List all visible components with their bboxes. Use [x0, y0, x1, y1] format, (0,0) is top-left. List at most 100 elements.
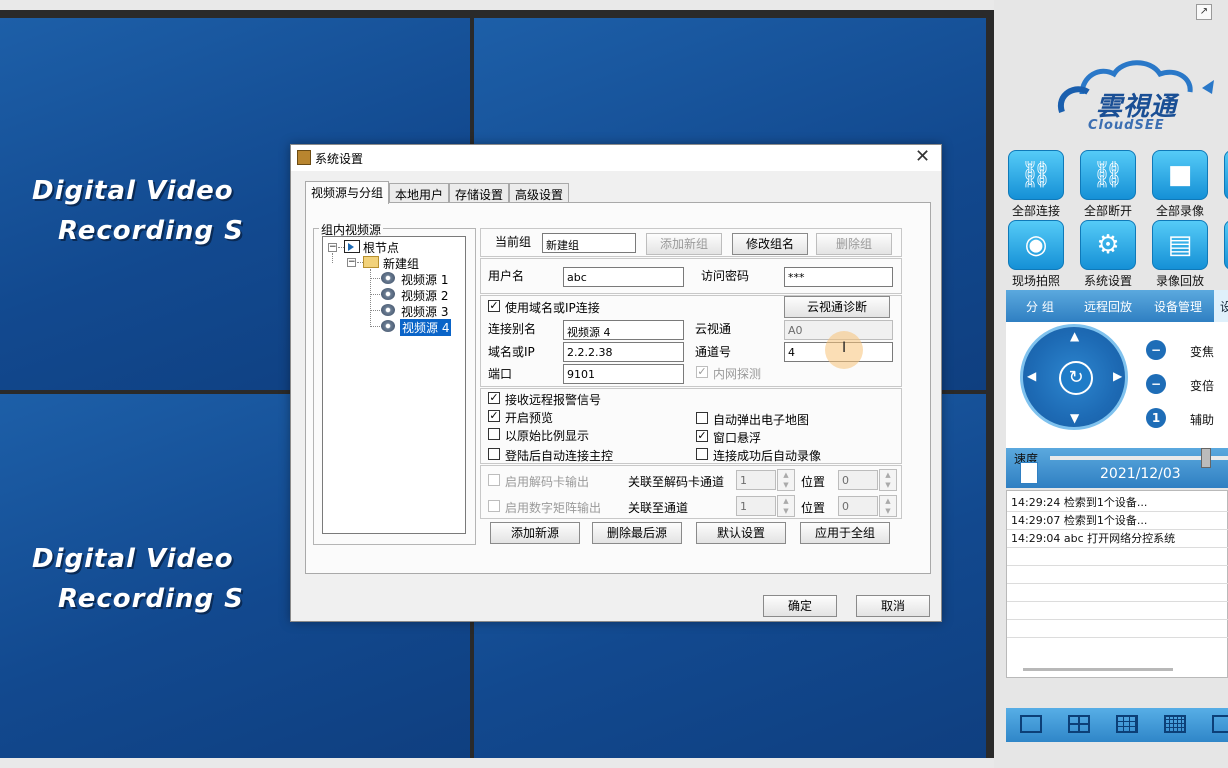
more-tile-2-icon [1224, 220, 1228, 270]
source-tree[interactable]: − 根节点 − 新建组 视频源 1 视频源 2 视频源 3 视频源 4 [322, 236, 466, 534]
tree-collapse-icon[interactable]: − [328, 243, 337, 252]
aux-number[interactable]: 1 [1146, 408, 1166, 428]
document-icon[interactable] [1020, 462, 1038, 484]
cancel-button[interactable]: 取消 [856, 595, 930, 617]
tree-source-selected[interactable]: 视频源 4 [400, 319, 452, 336]
matrix-channel-field[interactable]: 1 [736, 496, 776, 516]
emap-checkbox[interactable]: 自动弹出电子地图 [696, 411, 809, 428]
ptz-joystick[interactable]: ▲ ▼ ◀ ▶ ↻ [1020, 324, 1128, 430]
tab-settings[interactable]: 设 [1214, 290, 1228, 322]
popout-icon[interactable]: ↗ [1196, 4, 1212, 20]
ok-button[interactable]: 确定 [763, 595, 837, 617]
preview-label: 开启预览 [505, 411, 554, 425]
zoom-minus-icon[interactable]: − [1146, 340, 1166, 360]
tree-collapse-icon[interactable]: − [347, 258, 356, 267]
matrix-position-spinner[interactable]: ▲ ▼ [879, 495, 897, 517]
layout-more-icon[interactable] [1212, 715, 1228, 733]
username-label: 用户名 [488, 269, 525, 283]
snapshot-button[interactable]: ◉ 现场拍照 [1006, 220, 1066, 288]
alias-field[interactable]: 视频源 4 [563, 320, 684, 340]
camera-icon [381, 320, 395, 332]
delete-group-button[interactable]: 删除组 [816, 233, 892, 255]
arrow-up-icon[interactable]: ▲ [1070, 329, 1079, 343]
tree-source[interactable]: 视频源 3 [401, 303, 448, 320]
channel-label: 通道号 [695, 345, 732, 359]
matrix-position-field[interactable]: 0 [838, 496, 878, 516]
close-icon[interactable]: ✕ [915, 146, 930, 167]
focus-minus-icon[interactable]: − [1146, 374, 1166, 394]
log-divider [1007, 601, 1228, 602]
dialog-titlebar[interactable]: 系统设置 ✕ [291, 145, 941, 171]
tree-root[interactable]: 根节点 [363, 239, 399, 256]
disconnect-all-button[interactable]: ⛓ 全部断开 [1078, 150, 1138, 218]
log-list: 14:29:24 检索到1个设备... 14:29:07 检索到1个设备... … [1006, 490, 1228, 678]
tab-group[interactable]: 分 组 [1026, 298, 1054, 315]
username-field[interactable]: abc [563, 267, 684, 287]
password-field[interactable]: *** [784, 267, 893, 287]
preview-checkbox[interactable]: ✓ 开启预览 [488, 409, 553, 426]
host-field[interactable]: 2.2.2.38 [563, 342, 684, 362]
delete-last-source-button[interactable]: 删除最后源 [592, 522, 682, 544]
log-scrollbar[interactable] [1023, 668, 1173, 671]
layout-9-icon[interactable] [1116, 715, 1138, 733]
log-item: 14:29:04 abc 打开网络分控系统 [1011, 532, 1176, 545]
tree-source[interactable]: 视频源 1 [401, 271, 448, 288]
tab-remote-playback[interactable]: 远程回放 [1084, 298, 1132, 315]
port-field[interactable]: 9101 [563, 364, 684, 384]
connect-all-label: 全部连接 [1011, 204, 1060, 218]
ratio-checkbox[interactable]: 以原始比例显示 [488, 427, 589, 444]
panel-tabs: 分 组 远程回放 设备管理 设 [1006, 290, 1228, 322]
apply-to-group-button[interactable]: 应用于全组 [800, 522, 890, 544]
folder-icon [363, 256, 379, 268]
arrow-left-icon[interactable]: ◀ [1027, 369, 1036, 383]
decoder-output-checkbox[interactable]: 启用解码卡输出 [488, 473, 589, 490]
ptz-control: ▲ ▼ ◀ ▶ ↻ − 变焦 − 变倍 1 辅助 [1006, 322, 1228, 452]
use-domain-checkbox[interactable]: ✓ 使用域名或IP连接 [488, 299, 600, 316]
more-tile-button[interactable] [1222, 150, 1228, 216]
tab-storage[interactable]: 存储设置 [449, 183, 510, 203]
current-group-field[interactable]: 新建组 [542, 233, 636, 253]
decoder-position-spinner[interactable]: ▲ ▼ [879, 469, 897, 491]
add-group-button[interactable]: 添加新组 [646, 233, 722, 255]
float-checkbox[interactable]: ✓ 窗口悬浮 [696, 429, 761, 446]
auto-record-checkbox[interactable]: 连接成功后自动录像 [696, 447, 821, 464]
tab-device-manage[interactable]: 设备管理 [1154, 298, 1202, 315]
layout-1-icon[interactable] [1020, 715, 1042, 733]
ptz-auto-icon[interactable]: ↻ [1059, 361, 1093, 395]
arrow-right-icon[interactable]: ▶ [1113, 369, 1122, 383]
more-tile-2-button[interactable] [1222, 220, 1228, 286]
rename-group-button[interactable]: 修改组名 [732, 233, 808, 255]
decoder-channel-field[interactable]: 1 [736, 470, 776, 490]
app-icon [297, 150, 311, 165]
playback-label: 录像回放 [1155, 274, 1204, 288]
tab-advanced[interactable]: 高级设置 [509, 183, 570, 203]
log-item: 14:29:07 检索到1个设备... [1011, 514, 1148, 527]
aux-row: 1 辅助 [1146, 408, 1228, 430]
auto-master-checkbox[interactable]: 登陆后自动连接主控 [488, 447, 613, 464]
decoder-position-label: 位置 [801, 475, 826, 489]
matrix-output-checkbox[interactable]: 启用数字矩阵输出 [488, 499, 601, 516]
lan-probe-checkbox[interactable]: ✓ 内网探测 [696, 365, 761, 382]
pane-3-text-line2: Recording S [58, 584, 244, 614]
record-all-button[interactable]: ■ 全部录像 [1150, 150, 1210, 218]
speed-slider[interactable] [1050, 448, 1228, 468]
speed-slider-thumb[interactable] [1201, 448, 1211, 468]
cloud-diagnose-button[interactable]: 云视通诊断 [784, 296, 890, 318]
default-settings-button[interactable]: 默认设置 [696, 522, 786, 544]
matrix-channel-spinner[interactable]: ▲ ▼ [777, 495, 795, 517]
date-display: 2021/12/03 [1100, 466, 1181, 482]
layout-16-icon[interactable] [1164, 715, 1186, 733]
decoder-channel-spinner[interactable]: ▲ ▼ [777, 469, 795, 491]
system-settings-button[interactable]: ⚙ 系统设置 [1078, 220, 1138, 288]
add-source-button[interactable]: 添加新源 [490, 522, 580, 544]
connect-all-button[interactable]: ⛓ 全部连接 [1006, 150, 1066, 218]
tab-local-users[interactable]: 本地用户 [389, 183, 450, 203]
alarm-checkbox[interactable]: ✓ 接收远程报警信号 [488, 391, 601, 408]
playback-button[interactable]: ▤ 录像回放 [1150, 220, 1210, 288]
tab-video-sources[interactable]: 视频源与分组 [305, 181, 390, 204]
arrow-down-icon[interactable]: ▼ [1070, 411, 1079, 425]
tree-group[interactable]: 新建组 [383, 255, 419, 272]
decoder-position-field[interactable]: 0 [838, 470, 878, 490]
tree-source[interactable]: 视频源 2 [401, 287, 448, 304]
layout-4-icon[interactable] [1068, 715, 1090, 733]
